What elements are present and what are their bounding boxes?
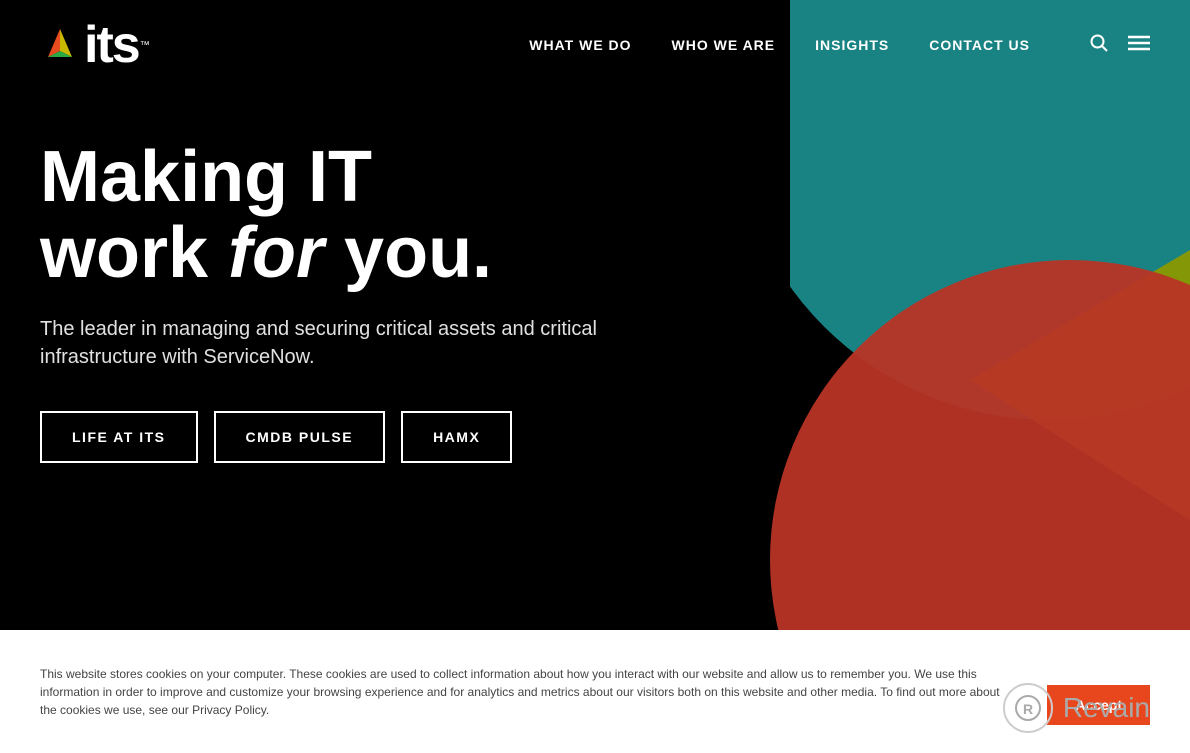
hero-buttons: LIFE AT ITS CMDB PULSE HAMX — [40, 411, 620, 463]
nav-icons — [1090, 34, 1150, 57]
nav-what-we-do[interactable]: WHAT WE DO — [529, 37, 631, 53]
nav-insights[interactable]: INSIGHTS — [815, 37, 889, 53]
life-at-its-button[interactable]: LIFE AT ITS — [40, 411, 198, 463]
hero-title-line2: work for you. — [40, 213, 492, 293]
hero-title: Making IT work for you. — [40, 140, 620, 291]
logo-trademark: ™ — [140, 40, 150, 51]
hero-content: Making IT work for you. The leader in ma… — [40, 140, 620, 463]
revain-text: Revain — [1063, 692, 1150, 724]
revain-icon: R — [1003, 683, 1053, 733]
nav-links: WHAT WE DO WHO WE ARE INSIGHTS CONTACT U… — [529, 34, 1150, 57]
cookie-text: This website stores cookies on your comp… — [40, 665, 1017, 719]
svg-text:R: R — [1023, 701, 1033, 717]
cookie-banner: This website stores cookies on your comp… — [0, 630, 1190, 753]
nav-contact-us[interactable]: CONTACT US — [929, 37, 1030, 53]
hero-section: its ™ WHAT WE DO WHO WE ARE INSIGHTS CON… — [0, 0, 1190, 630]
hero-subtitle: The leader in managing and securing crit… — [40, 315, 620, 371]
logo[interactable]: its ™ — [40, 19, 150, 71]
logo-triangle-icon — [40, 25, 80, 65]
logo-text: its — [84, 19, 139, 71]
revain-watermark: R Revain — [1003, 683, 1150, 733]
cmdb-pulse-button[interactable]: CMDB PULSE — [214, 411, 386, 463]
menu-button[interactable] — [1128, 35, 1150, 56]
hero-for-text: for — [228, 213, 324, 293]
navbar: its ™ WHAT WE DO WHO WE ARE INSIGHTS CON… — [0, 0, 1190, 90]
search-button[interactable] — [1090, 34, 1108, 57]
hero-title-line1: Making IT — [40, 137, 372, 217]
nav-who-we-are[interactable]: WHO WE ARE — [672, 37, 776, 53]
hero-work-text: work — [40, 213, 228, 293]
hamx-button[interactable]: HAMX — [401, 411, 512, 463]
hero-you-text: you. — [324, 213, 492, 293]
